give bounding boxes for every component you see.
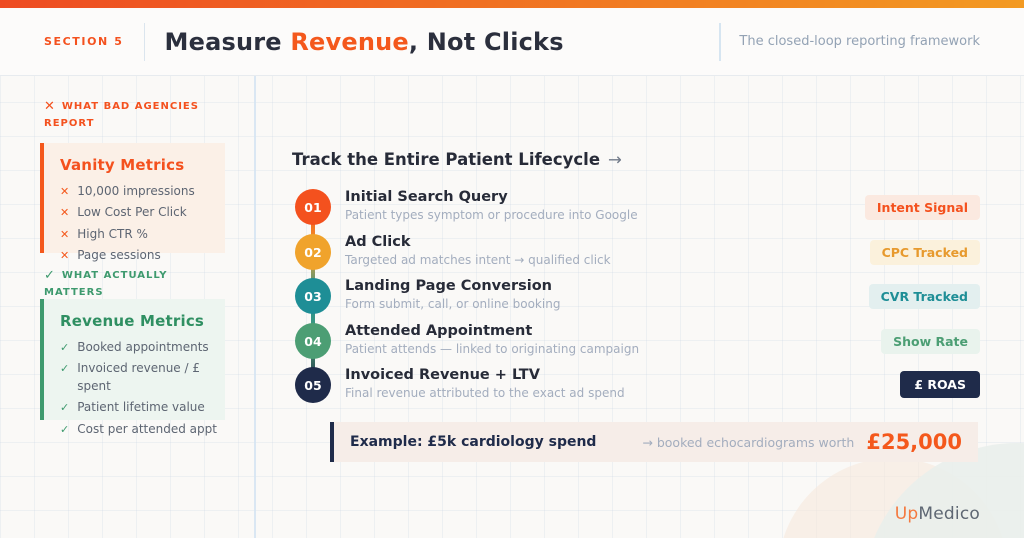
list-item-label: Booked appointments xyxy=(77,340,209,354)
badge-intent-signal: Intent Signal xyxy=(864,195,980,220)
badge-show-rate: Show Rate xyxy=(881,329,980,354)
step-text: Attended Appointment Patient attends — l… xyxy=(345,323,639,356)
header-right: The closed-loop reporting framework xyxy=(719,22,980,61)
page-title: Measure Revenue, Not Clicks xyxy=(165,28,564,56)
step-text: Ad Click Targeted ad matches intent → qu… xyxy=(345,234,611,267)
logo: UpMedico xyxy=(895,504,980,524)
x-icon: ✕ xyxy=(60,227,70,241)
step-title: Invoiced Revenue + LTV xyxy=(345,367,540,383)
list-item-label: 10,000 impressions xyxy=(77,184,195,198)
actually-matters-caption: ✓ WHAT ACTUALLY MATTERS xyxy=(44,267,212,300)
lifecycle-heading: Track the Entire Patient Lifecycle → xyxy=(292,150,622,169)
step-description: Targeted ad matches intent → qualified c… xyxy=(345,253,611,267)
timeline-step-3: 03 Landing Page Conversion Form submit, … xyxy=(295,278,560,314)
step-number-badge: 05 xyxy=(295,367,331,403)
badge-cpc-tracked: CPC Tracked xyxy=(869,240,980,265)
vanity-metrics-box: Vanity Metrics ✕ 10,000 impressions ✕ Low … xyxy=(40,143,225,262)
example-value: £25,000 xyxy=(866,430,962,454)
step-number-badge: 02 xyxy=(295,234,331,270)
badge-roas: £ ROAS xyxy=(900,371,980,398)
list-item: ✓ Invoiced revenue / £ spent xyxy=(60,360,217,395)
step-number-badge: 04 xyxy=(295,323,331,359)
timeline-step-2: 02 Ad Click Targeted ad matches intent →… xyxy=(295,234,611,270)
logo-medico: Medico xyxy=(918,504,980,524)
list-item-label: Low Cost Per Click xyxy=(77,205,187,220)
x-icon: ✕ xyxy=(60,206,70,220)
bad-agencies-caption: ✕ WHAT BAD AGENCIES REPORT xyxy=(44,98,212,131)
revenue-metrics-box: Revenue Metrics ✓ Booked appointments ✓ In… xyxy=(40,299,225,436)
timeline-step-4: 04 Attended Appointment Patient attends … xyxy=(295,323,639,359)
step-text: Invoiced Revenue + LTV Final revenue att… xyxy=(345,367,625,400)
page-title-pre: Measure xyxy=(164,27,291,56)
step-title: Attended Appointment xyxy=(345,323,533,339)
check-icon: ✓ xyxy=(60,422,70,436)
vanity-metrics-list: ✕ 10,000 impressions ✕ Low Cost Per Click … xyxy=(60,183,217,265)
step-title: Initial Search Query xyxy=(345,189,508,205)
revenue-metrics-list: ✓ Booked appointments ✓ Invoiced revenue /… xyxy=(60,339,217,438)
header: SECTION 5 Measure Revenue, Not Clicks Th… xyxy=(0,8,1024,76)
vertical-guide-line xyxy=(254,76,256,538)
list-item: ✓ Booked appointments xyxy=(60,339,217,356)
section-label: SECTION 5 xyxy=(44,35,124,48)
timeline-step-5: 05 Invoiced Revenue + LTV Final revenue … xyxy=(295,367,625,403)
x-icon: ✕ xyxy=(60,249,70,263)
list-item-label: Invoiced revenue / £ spent xyxy=(77,361,200,393)
step-description: Form submit, call, or online booking xyxy=(345,297,561,311)
list-item-label: Page sessions xyxy=(77,248,161,263)
arrow-right-icon: → xyxy=(608,150,622,169)
step-title: Ad Click xyxy=(345,234,411,250)
revenue-metrics-title: Revenue Metrics xyxy=(60,312,205,330)
example-bar: Example: £5k cardiology spend → booked e… xyxy=(330,422,978,462)
timeline-step-1: 01 Initial Search Query Patient types sy… xyxy=(295,189,638,225)
vanity-metrics-title: Vanity Metrics xyxy=(60,156,185,174)
step-description: Final revenue attributed to the exact ad… xyxy=(345,386,625,400)
step-text: Initial Search Query Patient types sympt… xyxy=(345,189,638,222)
slide: SECTION 5 Measure Revenue, Not Clicks Th… xyxy=(0,0,1024,538)
list-item: ✓ Patient lifetime value xyxy=(60,399,217,416)
list-item-label: Patient lifetime value xyxy=(77,400,205,415)
list-item: ✕ Page sessions xyxy=(60,247,217,264)
header-subtitle: The closed-loop reporting framework xyxy=(739,34,980,49)
check-icon: ✓ xyxy=(60,401,70,415)
badge-cvr-tracked: CVR Tracked xyxy=(868,284,980,309)
list-item-label: Cost per attended appt xyxy=(77,421,217,436)
list-item-label: High CTR % xyxy=(77,226,148,241)
x-icon: ✕ xyxy=(44,99,56,114)
actually-matters-caption-text: WHAT ACTUALLY MATTERS xyxy=(44,270,168,298)
check-icon: ✓ xyxy=(60,362,70,376)
check-icon: ✓ xyxy=(60,341,70,354)
logo-up: Up xyxy=(894,504,919,524)
header-subtitle-divider xyxy=(719,22,722,61)
header-divider xyxy=(143,22,145,61)
x-icon: ✕ xyxy=(60,185,70,198)
step-description: Patient attends — linked to originating … xyxy=(345,342,640,356)
step-text: Landing Page Conversion Form submit, cal… xyxy=(345,278,560,311)
list-item: ✕ Low Cost Per Click xyxy=(60,204,217,221)
check-icon: ✓ xyxy=(44,268,56,283)
lifecycle-heading-text: Track the Entire Patient Lifecycle xyxy=(292,150,601,169)
list-item: ✕ 10,000 impressions xyxy=(60,183,217,200)
step-description: Patient types symptom or procedure into … xyxy=(345,208,638,222)
page-title-highlight: Revenue xyxy=(290,27,409,56)
step-number-badge: 03 xyxy=(295,278,331,314)
step-number-badge: 01 xyxy=(295,189,331,225)
example-title: Example: £5k cardiology spend xyxy=(350,434,597,450)
list-item: ✓ Cost per attended appt xyxy=(60,421,217,438)
page-title-post: , Not Clicks xyxy=(408,27,564,56)
list-item: ✕ High CTR % xyxy=(60,226,217,243)
step-title: Landing Page Conversion xyxy=(345,278,552,294)
example-connector-text: → booked echocardiograms worth xyxy=(642,434,855,450)
bad-agencies-caption-text: WHAT BAD AGENCIES REPORT xyxy=(44,101,199,129)
top-accent-bar xyxy=(0,0,1024,8)
